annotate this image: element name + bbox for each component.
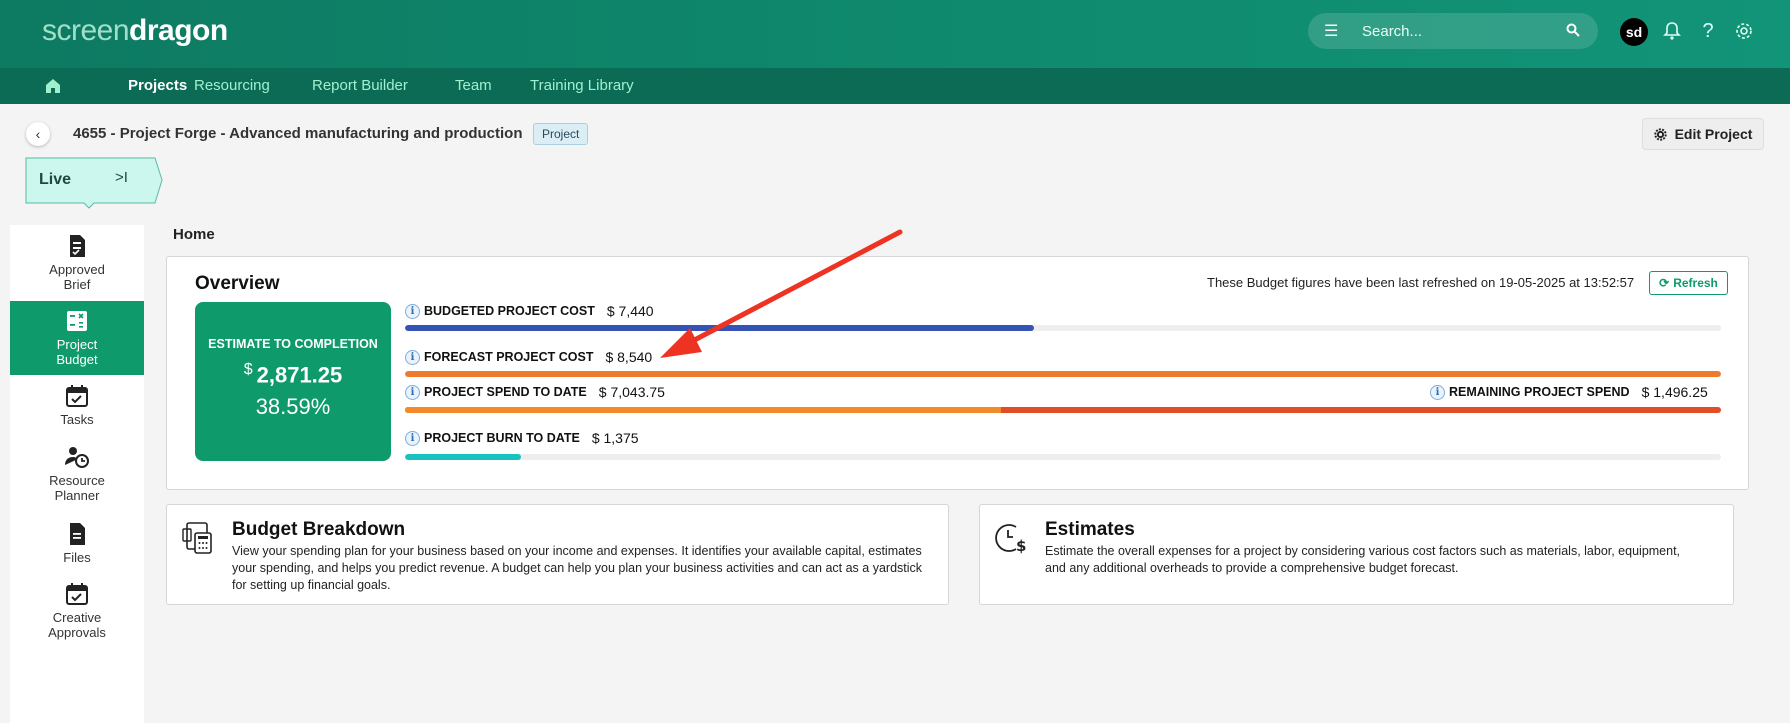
annotation-arrow xyxy=(660,229,903,358)
